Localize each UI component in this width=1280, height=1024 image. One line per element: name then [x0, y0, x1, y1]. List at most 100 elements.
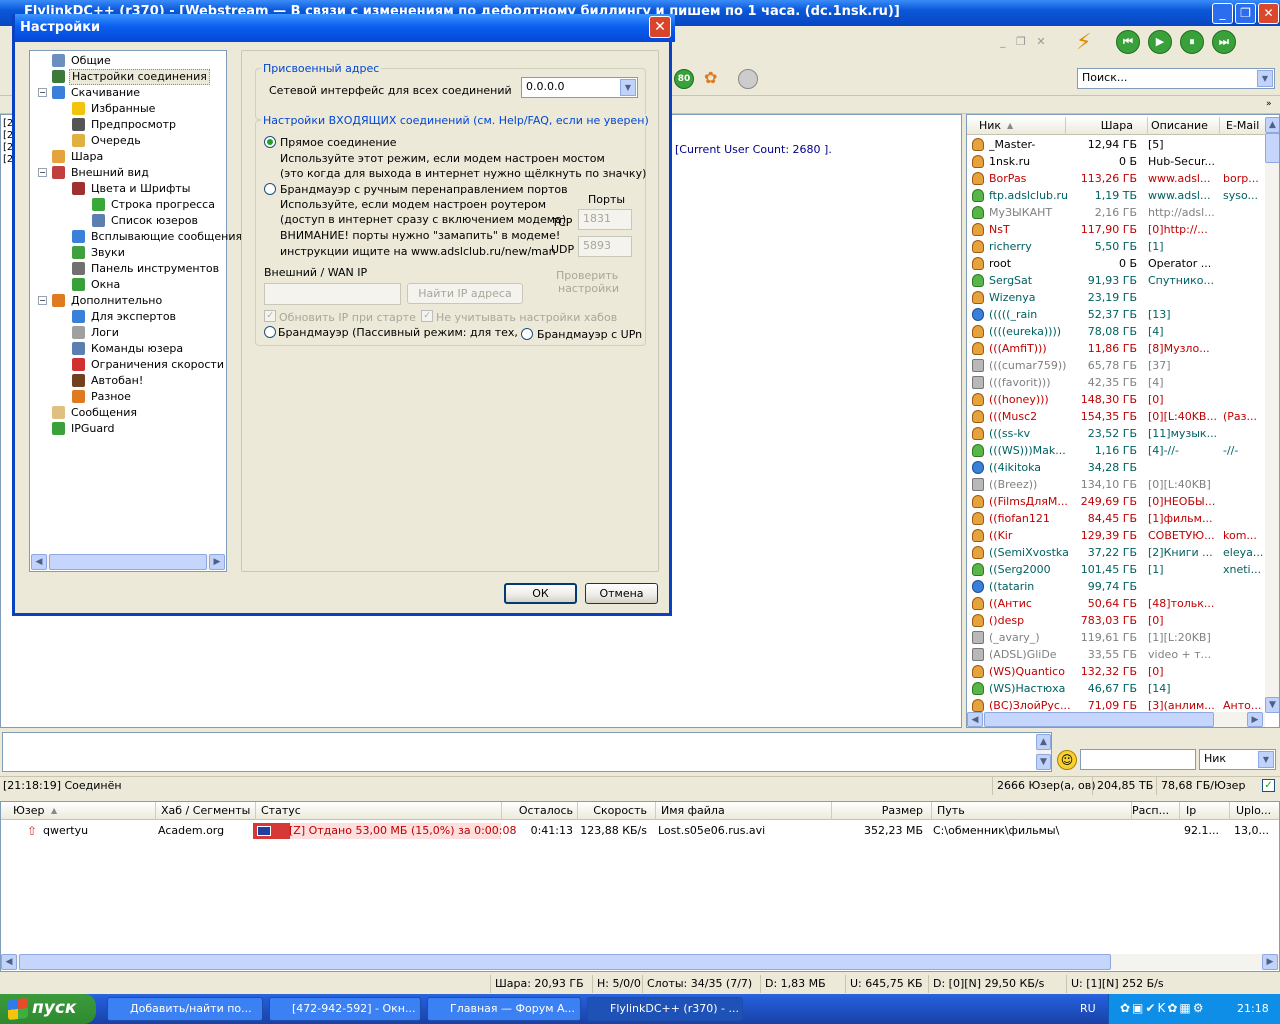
manual-firewall-radio[interactable] [264, 183, 276, 195]
previous-track-icon[interactable]: ⏮ [1116, 30, 1140, 54]
column-email[interactable]: E-Mail [1219, 117, 1259, 135]
column-path[interactable]: Путь [931, 802, 965, 820]
user-row[interactable]: ((Serg2000 101,45 ГБ [1] xneti... [967, 561, 1262, 578]
user-row[interactable]: ftp.adslclub.ru 1,19 ТБ www.adsl... syso... [967, 187, 1262, 204]
user-filter-input[interactable] [1080, 749, 1196, 770]
taskbar-item-4[interactable]: FlylinkDC++ (r370) - ... [587, 997, 743, 1021]
scroll-left-icon[interactable]: ◀ [31, 554, 47, 570]
hscroll-thumb[interactable] [984, 712, 1214, 727]
user-row[interactable]: BorPas 113,26 ГБ www.adsl... borp... [967, 170, 1262, 187]
lightning-icon[interactable]: ⚡ [1076, 31, 1100, 55]
column-hub[interactable]: Хаб / Сегменты [155, 802, 250, 820]
user-row[interactable]: (((cumar759)) 65,78 ГБ [37] [967, 357, 1262, 374]
user-row[interactable]: ((Антис 50,64 ГБ [48]тольк... [967, 595, 1262, 612]
udp-port-input[interactable]: 5893 [578, 236, 632, 257]
user-row[interactable]: (WS)Quantico 132,32 ГБ [0] [967, 663, 1262, 680]
user-row[interactable]: (_avary_) 119,61 ГБ [1][L:20KB] [967, 629, 1262, 646]
user-row[interactable]: ((Kir 129,39 ГБ СОВЕТУЮ... kom... [967, 527, 1262, 544]
column-distribution[interactable]: Расп... [1131, 802, 1169, 820]
pause-icon[interactable]: ⏸ [1180, 30, 1204, 54]
play-icon[interactable]: ▶ [1148, 30, 1172, 54]
user-row[interactable]: NsT 117,90 ГБ [0]http://... [967, 221, 1262, 238]
user-row[interactable]: (((WS)))Mak... 1,16 ГБ [4]-//- -//- [967, 442, 1262, 459]
column-nick[interactable]: Ник [979, 117, 1001, 135]
column-filename[interactable]: Имя файла [655, 802, 725, 820]
column-size[interactable]: Размер [831, 802, 923, 820]
scroll-down-icon[interactable]: ▼ [1036, 754, 1051, 770]
column-ip[interactable]: Ip [1179, 802, 1196, 820]
user-row[interactable]: МуЗЫКАНТ 2,16 ГБ http://adsl... [967, 204, 1262, 221]
column-left[interactable]: Осталось [501, 802, 573, 820]
tray-icons[interactable]: ✿▣✔K✿▦⚙ [1120, 1001, 1205, 1015]
user-row[interactable]: (ADSL)GliDe 33,55 ГБ video + т... [967, 646, 1262, 663]
scroll-right-icon[interactable]: ▶ [1262, 954, 1278, 970]
user-row[interactable]: (((Musc2 154,35 ГБ [0][L:40KB... (Раз... [967, 408, 1262, 425]
message-scroll[interactable]: ▲ ▼ [1036, 734, 1051, 770]
column-description[interactable]: Описание [1147, 117, 1208, 135]
language-indicator[interactable]: RU [1080, 1002, 1096, 1015]
search-input[interactable]: Поиск... ▼ [1077, 68, 1275, 89]
scroll-down-icon[interactable]: ▼ [1265, 697, 1279, 713]
collapse-icon[interactable]: − [38, 296, 47, 305]
user-row[interactable]: ((SemiXvostka 37,22 ГБ [2]Книги ... eleya..… [967, 544, 1263, 561]
user-row[interactable]: ((tatarin 99,74 ГБ [967, 578, 1262, 595]
manual-firewall-label[interactable]: Брандмауэр с ручным перенаправлением пор… [280, 183, 568, 196]
user-row[interactable]: ((4ikitoka 34,28 ГБ [967, 459, 1262, 476]
collapse-icon[interactable]: − [38, 88, 47, 97]
user-row[interactable]: ((Breez)) 134,10 ГБ [0][L:40KB] [967, 476, 1262, 493]
tcp-port-input[interactable]: 1831 [578, 209, 632, 230]
wan-ip-input[interactable] [264, 283, 401, 305]
update-ip-checkbox[interactable]: ✓ [264, 310, 276, 322]
user-row[interactable]: (((ss-kv 23,52 ГБ [11]музык... [967, 425, 1262, 442]
maximize-button[interactable]: ❐ [1235, 3, 1256, 24]
transfer-row[interactable]: ⇧ qwertyu Academ.org [Z] Отдано 53,00 МБ… [1, 822, 1279, 840]
speaker-icon[interactable] [738, 69, 758, 89]
scroll-up-icon[interactable]: ▲ [1265, 117, 1279, 133]
speed-limit-80-icon[interactable]: 80 [674, 69, 694, 89]
close-button[interactable]: ✕ [1258, 3, 1279, 24]
passive-label[interactable]: Брандмауэр (Пассивный режим: для тех, [278, 326, 518, 339]
message-input[interactable] [2, 732, 1052, 772]
check-settings-line-1[interactable]: Проверить [556, 269, 618, 282]
user-row[interactable]: ()desp 783,03 ГБ [0] [967, 612, 1262, 629]
hscroll-thumb[interactable] [49, 554, 207, 570]
update-ip-label[interactable]: Обновить IP при старте [279, 311, 416, 324]
scroll-right-icon[interactable]: ▶ [209, 554, 225, 570]
user-row[interactable]: (((AmfiT))) 11,86 ГБ [8]Музло... [967, 340, 1262, 357]
transfers-hscroll[interactable]: ◀ ▶ [1, 954, 1279, 970]
filter-column-select[interactable]: Ник ▼ [1199, 749, 1276, 770]
settings-tree[interactable]: Общие Настройки соединения − Скачивание Избр… [29, 50, 242, 572]
taskbar-item-1[interactable]: Добавить/найти по... [107, 997, 263, 1021]
taskbar-item-3[interactable]: Главная — Форум A... [427, 997, 581, 1021]
scroll-thumb[interactable] [1265, 133, 1279, 163]
user-row[interactable]: ((FilmsДляМ... 249,69 ГБ [0]НЕОБЫ... [967, 493, 1262, 510]
column-user[interactable]: Юзер [13, 802, 44, 820]
upnp-radio[interactable] [521, 328, 533, 340]
user-row[interactable]: (WS)Настюха 46,67 ГБ [14] [967, 680, 1262, 697]
user-row[interactable]: (((honey))) 148,30 ГБ [0] [967, 391, 1262, 408]
column-status[interactable]: Статус [255, 802, 301, 820]
collapse-icon[interactable]: − [38, 168, 47, 177]
scroll-left-icon[interactable]: ◀ [967, 712, 983, 727]
scroll-right-icon[interactable]: ▶ [1247, 712, 1263, 727]
scroll-up-icon[interactable]: ▲ [1036, 734, 1051, 750]
tree-hscroll[interactable]: ◀ ▶ [31, 554, 225, 570]
column-share[interactable]: Шара [1065, 117, 1137, 135]
smiley-icon[interactable]: ☺ [1057, 750, 1077, 770]
upnp-label[interactable]: Брандмауэр с UPnP ( [537, 328, 643, 341]
transfers-panel[interactable]: Юзер ▲ Хаб / Сегменты Статус Осталось Ск… [0, 801, 1280, 972]
mdi-window-controls[interactable]: _ ❐ ✕ [1000, 35, 1046, 48]
user-row[interactable]: ((((eureka)))) 78,08 ГБ [4] [967, 323, 1262, 340]
dialog-close-button[interactable]: ✕ [649, 16, 671, 38]
chevron-down-icon[interactable]: ▼ [1258, 751, 1274, 768]
minimize-button[interactable]: _ [1212, 3, 1233, 24]
user-list-vscroll[interactable]: ▲ ▼ [1265, 117, 1279, 713]
direct-connection-radio[interactable] [264, 136, 276, 148]
taskbar-item-2[interactable]: [472-942-592] - Окн... [269, 997, 421, 1021]
user-row[interactable]: ((fiofan121 84,45 ГБ [1]фильм... [967, 510, 1262, 527]
next-track-icon[interactable]: ⏭ [1212, 30, 1236, 54]
chevron-down-icon[interactable]: ▼ [1257, 70, 1273, 87]
user-row[interactable]: SergSat 91,93 ГБ Спутнико... [967, 272, 1262, 289]
userlist-toggle-checkbox[interactable]: ✓ [1262, 779, 1275, 792]
scroll-left-icon[interactable]: ◀ [1, 954, 17, 970]
